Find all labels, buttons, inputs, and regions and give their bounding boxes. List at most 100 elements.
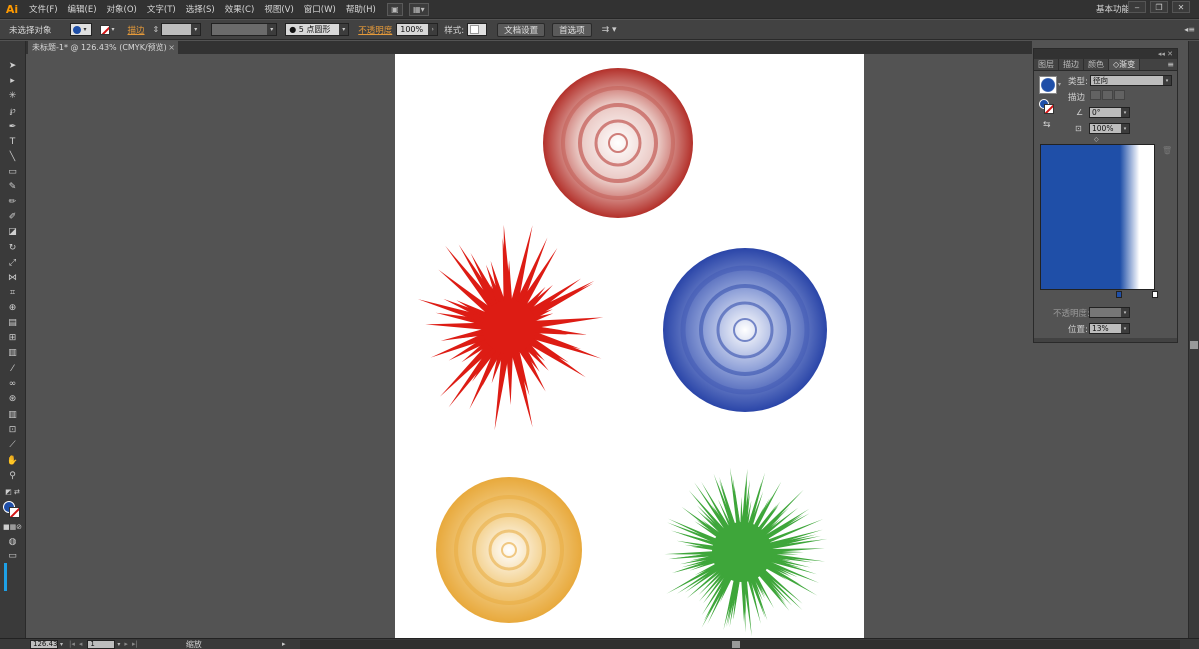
delete-stop-icon[interactable]: 🗑 xyxy=(1162,146,1172,155)
brush-dropdown[interactable]: ● 5 点圆形 ▾ xyxy=(285,23,350,36)
type-dropdown[interactable]: 径向 ▾ xyxy=(1090,75,1172,86)
mesh-tool-icon[interactable]: ⊞ xyxy=(5,331,20,344)
aspect-ratio-field[interactable]: 100% ▾ xyxy=(1089,123,1130,134)
vertical-scroll-thumb[interactable] xyxy=(1190,341,1198,349)
artboard-dropdown-icon[interactable]: ▾ xyxy=(117,641,120,648)
color-mode-icons[interactable]: ■▦⊘ xyxy=(3,520,22,533)
menu-edit[interactable]: 编辑(E) xyxy=(63,3,102,15)
last-artboard-icon[interactable]: ▸| xyxy=(132,640,138,648)
drawing-mode-icon[interactable]: ◍ xyxy=(5,535,20,548)
direct-selection-tool-icon[interactable]: ▸ xyxy=(5,74,20,87)
gradient-preview-arrow-icon[interactable]: ▾ xyxy=(1058,81,1061,88)
shape-builder-tool-icon[interactable]: ⊕ xyxy=(5,301,20,314)
hand-tool-icon[interactable]: ✋ xyxy=(5,454,20,467)
artboard-tool-icon[interactable]: ⊡ xyxy=(5,423,20,436)
pencil-tool-icon[interactable]: ✏ xyxy=(5,195,20,208)
scale-tool-icon[interactable]: ⤢ xyxy=(5,256,20,269)
bridge-icon[interactable]: ▣ xyxy=(386,2,403,16)
minimize-icon[interactable]: ‒ xyxy=(1128,1,1146,13)
angle-field[interactable]: 0° ▾ xyxy=(1089,107,1130,118)
horizontal-scroll-thumb[interactable] xyxy=(732,641,740,648)
vertical-scrollbar[interactable] xyxy=(1188,41,1199,638)
collapse-panel-icon[interactable]: ◂◂ ✕ xyxy=(1158,50,1173,58)
screen-mode-icon[interactable]: ▭ xyxy=(5,549,20,562)
default-colors-icon[interactable]: ◩ ⇄ xyxy=(5,485,20,498)
panel-header[interactable]: ◂◂ ✕ xyxy=(1034,49,1177,59)
slice-tool-icon[interactable]: ⟋ xyxy=(5,438,20,451)
gradient-preview-swatch[interactable] xyxy=(1039,76,1057,94)
rotate-tool-icon[interactable]: ↻ xyxy=(5,241,20,254)
stroke-swatch[interactable]: ▾ xyxy=(97,23,120,36)
canvas-area[interactable] xyxy=(27,54,1032,638)
artboard[interactable] xyxy=(395,54,864,638)
width-tool-icon[interactable]: ⋈ xyxy=(5,271,20,284)
eyedropper-tool-icon[interactable]: ⁄ xyxy=(5,362,20,375)
artboard-number-field[interactable]: 1 xyxy=(87,639,116,649)
stroke-link[interactable]: 描边 xyxy=(128,24,145,36)
close-window-icon[interactable]: ✕ xyxy=(1172,1,1190,13)
zoom-tool-icon[interactable]: ⚲ xyxy=(5,469,20,482)
zoom-field[interactable]: 126.43 xyxy=(30,639,58,649)
close-tab-icon[interactable]: × xyxy=(168,43,175,52)
gradient-stop-blue[interactable] xyxy=(1116,291,1122,298)
symbol-sprayer-tool-icon[interactable]: ⊛ xyxy=(5,392,20,405)
document-tab[interactable]: 未标题-1* @ 126.43% (CMYK/预览) × xyxy=(28,41,178,54)
tab-gradient[interactable]: ◇ 渐变 xyxy=(1109,59,1141,70)
panel-resize-handle[interactable] xyxy=(1034,338,1177,342)
horizontal-scrollbar[interactable] xyxy=(300,640,1180,649)
previous-artboard-icon[interactable]: ◂ xyxy=(79,640,83,648)
magic-wand-tool-icon[interactable]: ✳ xyxy=(5,89,20,102)
gradient-stop-white[interactable] xyxy=(1152,291,1158,298)
stroke-weight-stepper-icon[interactable]: ⇕ xyxy=(153,25,160,34)
gradient-slider[interactable] xyxy=(1040,144,1155,290)
stop-opacity-field[interactable]: ▾ xyxy=(1089,307,1130,318)
pen-tool-icon[interactable]: ✒ xyxy=(5,120,20,133)
gradient-tool-icon[interactable]: ▥ xyxy=(5,346,20,359)
status-menu-icon[interactable]: ▸ xyxy=(282,640,286,648)
next-artboard-icon[interactable]: ▸ xyxy=(124,640,128,648)
column-graph-tool-icon[interactable]: ▥ xyxy=(5,408,20,421)
menu-file[interactable]: 文件(F) xyxy=(24,3,63,15)
lasso-tool-icon[interactable]: ℘ xyxy=(5,104,20,117)
panel-menu-icon[interactable]: ≡ xyxy=(1167,59,1177,70)
free-transform-tool-icon[interactable]: ⌗ xyxy=(5,286,20,299)
tab-color[interactable]: 颜色 xyxy=(1084,59,1109,70)
reverse-gradient-icon[interactable]: ⇆ xyxy=(1043,120,1051,130)
menu-effect[interactable]: 效果(C) xyxy=(220,3,260,15)
selection-tool-icon[interactable]: ➤ xyxy=(5,59,20,72)
zoom-dropdown-icon[interactable]: ▾ xyxy=(60,641,63,648)
menu-help[interactable]: 帮助(H) xyxy=(341,3,381,15)
menu-select[interactable]: 选择(S) xyxy=(181,3,220,15)
document-setup-button[interactable]: 文档设置 xyxy=(497,22,546,37)
midpoint-diamond-icon[interactable]: ◇ xyxy=(1094,136,1099,143)
menu-window[interactable]: 窗口(W) xyxy=(299,3,341,15)
type-tool-icon[interactable]: T xyxy=(5,135,20,148)
stroke-color-icon[interactable] xyxy=(9,507,20,518)
opacity-link[interactable]: 不透明度 xyxy=(358,24,392,36)
stroke-gradient-buttons[interactable] xyxy=(1090,90,1125,100)
eraser-tool-icon[interactable]: ◪ xyxy=(5,225,20,238)
menu-type[interactable]: 文字(T) xyxy=(142,3,181,15)
control-panel-menu-icon[interactable]: ◂≡ xyxy=(1184,25,1195,34)
tab-layers[interactable]: 图层 xyxy=(1034,59,1059,70)
blob-brush-tool-icon[interactable]: ✐ xyxy=(5,210,20,223)
stroke-weight-field[interactable]: ▾ xyxy=(161,23,202,36)
location-field[interactable]: 13% ▾ xyxy=(1089,323,1130,334)
stroke-indicator-icon[interactable] xyxy=(1044,104,1054,114)
fill-swatch[interactable]: ▾ xyxy=(69,23,92,36)
restore-icon[interactable]: ❐ xyxy=(1150,1,1168,13)
style-swatch[interactable] xyxy=(467,23,488,36)
line-tool-icon[interactable]: ╲ xyxy=(5,150,20,163)
toolbox-slider[interactable] xyxy=(4,563,7,591)
preferences-button[interactable]: 首选项 xyxy=(552,22,592,37)
tab-stroke[interactable]: 描边 xyxy=(1059,59,1084,70)
rectangle-tool-icon[interactable]: ▭ xyxy=(5,165,20,178)
variable-width-dropdown[interactable]: ▾ xyxy=(211,23,278,36)
arrange-documents-icon[interactable]: ▦▾ xyxy=(408,2,429,16)
blend-tool-icon[interactable]: ∞ xyxy=(5,377,20,390)
paintbrush-tool-icon[interactable]: ✎ xyxy=(5,180,20,193)
menu-object[interactable]: 对象(O) xyxy=(102,3,142,15)
first-artboard-icon[interactable]: |◂ xyxy=(69,640,75,648)
opacity-field[interactable]: 100% › xyxy=(396,23,439,36)
align-options-icon[interactable]: ⇉ ▾ xyxy=(602,25,617,35)
